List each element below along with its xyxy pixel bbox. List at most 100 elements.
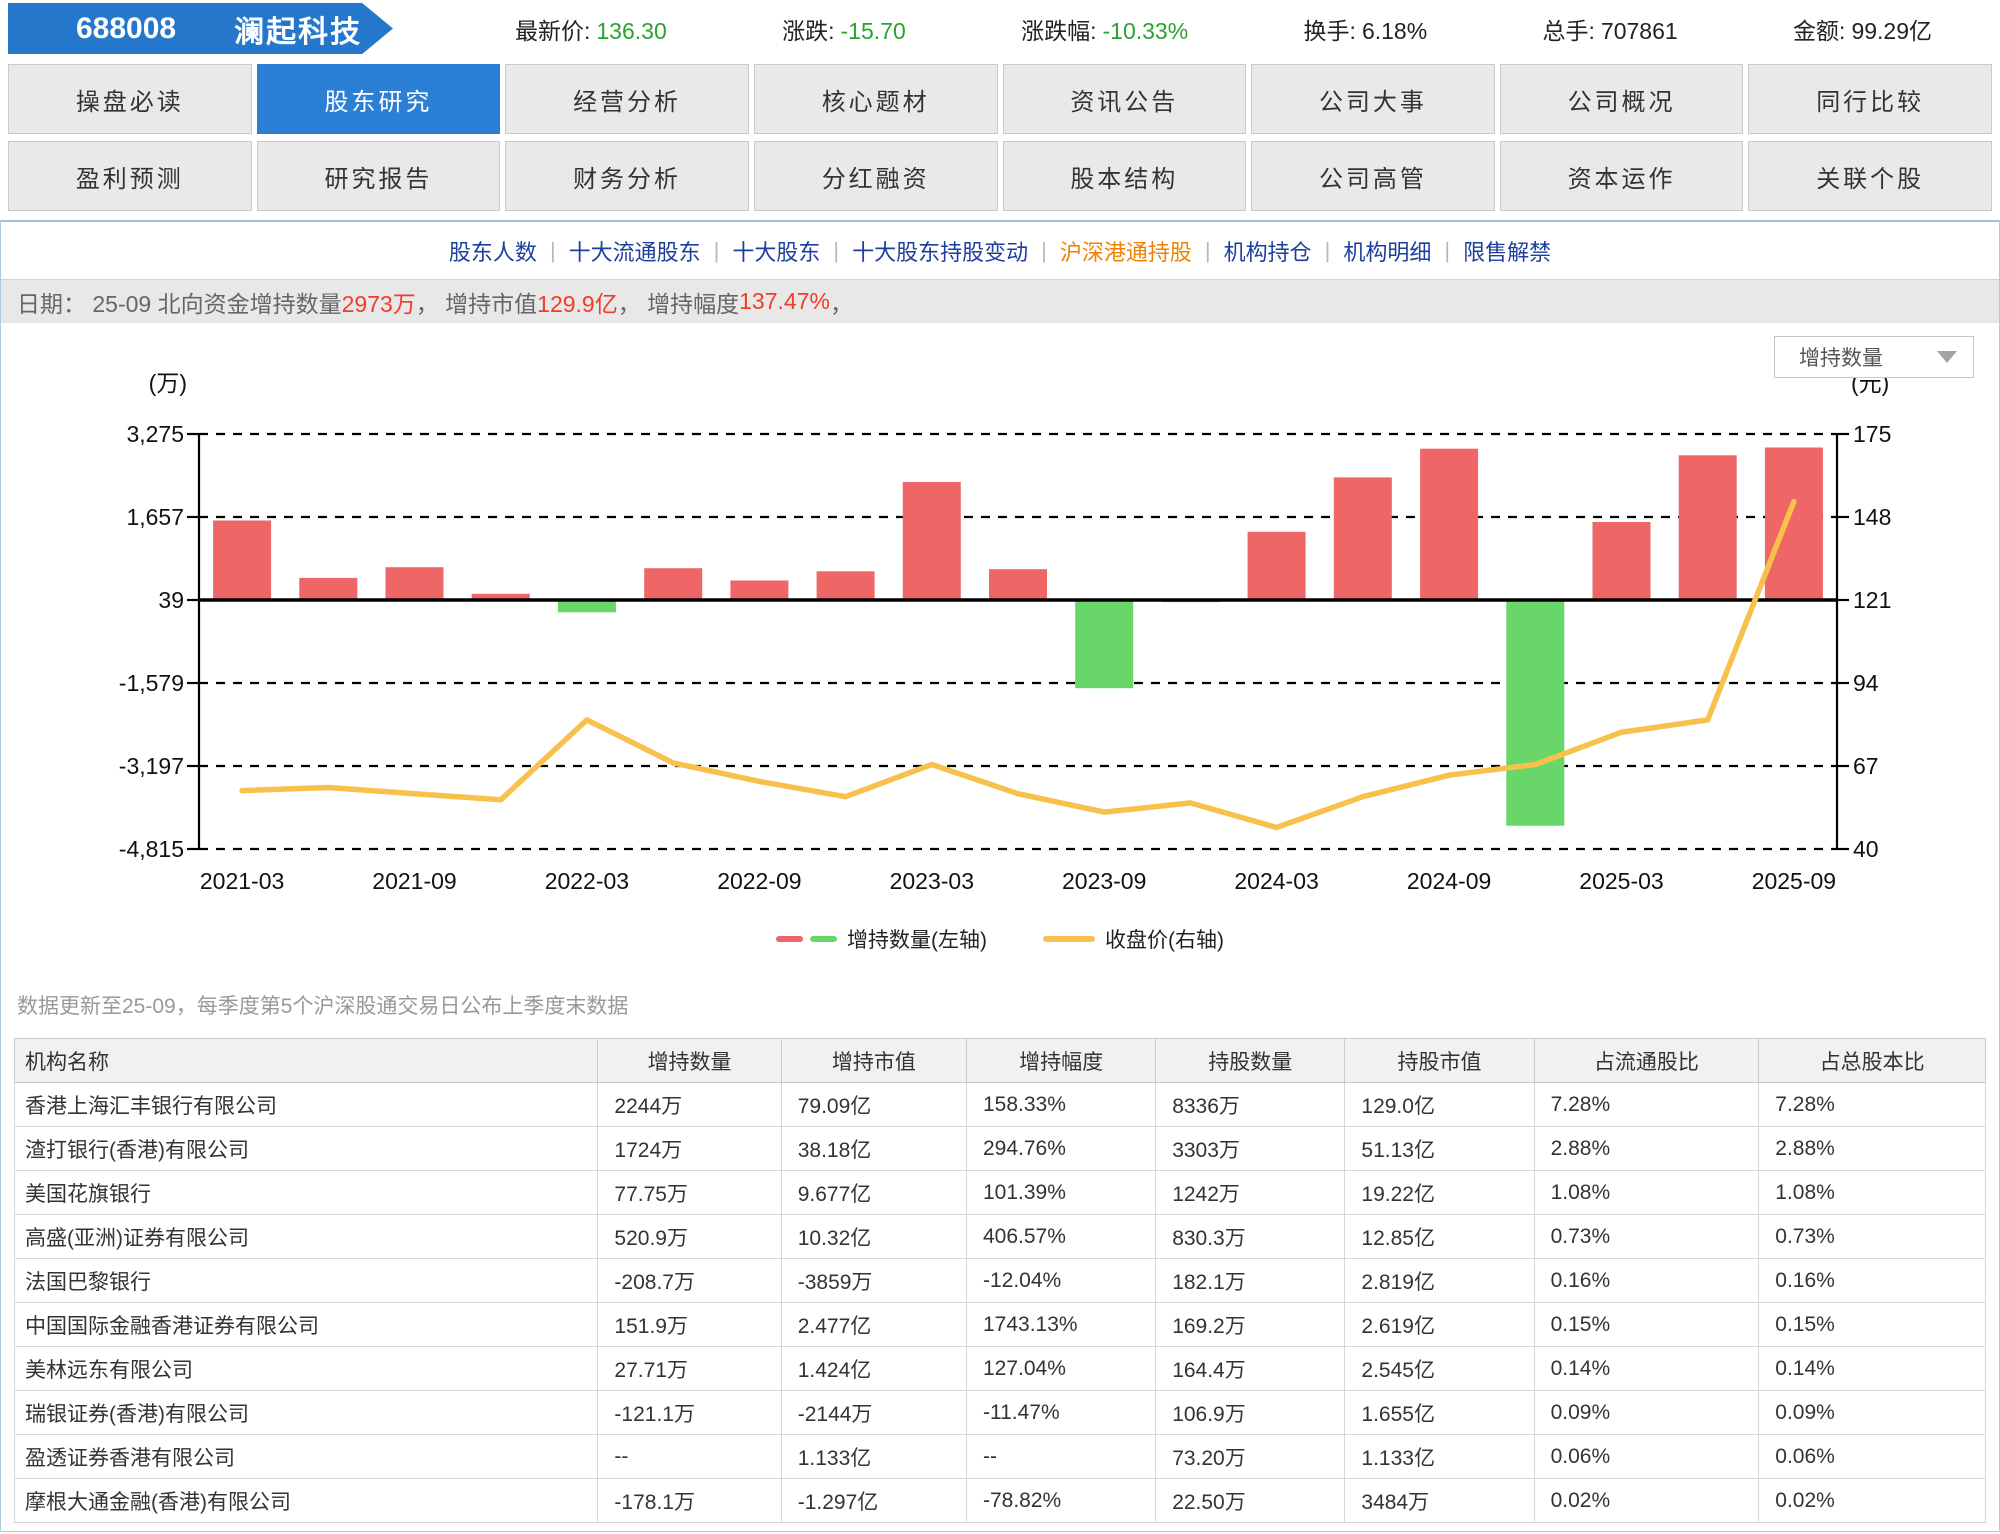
table-cell: -11.47% xyxy=(965,1390,1157,1435)
bar-2021-09 xyxy=(385,567,444,600)
bar-2022-12 xyxy=(816,571,875,600)
quote-stats: 最新价: 136.30 涨跌: -15.70 涨跌幅: -10.33% 换手: 6.18% 总手… xyxy=(515,0,1932,57)
x-axis-label: 2021-09 xyxy=(372,868,456,894)
col-header-6: 占流通股比 xyxy=(1533,1038,1760,1083)
subnav-separator: | xyxy=(1204,237,1211,263)
tab-r1c1[interactable]: 研究报告 xyxy=(256,141,501,211)
quote-stat-label: 涨跌: xyxy=(782,17,835,44)
legend-bars-label: 增持数量(左轴) xyxy=(847,929,987,952)
right-axis-label: 175 xyxy=(1853,421,1891,447)
table-cell: 79.09亿 xyxy=(780,1082,967,1127)
institutions-table: 机构名称 增持数量 增持市值 增持幅度 持股数量 持股市值 占流通股比 占总股本比 香港上海汇… xyxy=(13,1038,1986,1523)
bar-2024-09 xyxy=(1420,448,1479,600)
subnav-link-0[interactable]: 股东人数 xyxy=(449,235,537,267)
info-segment-1: 2973万 xyxy=(341,290,416,317)
table-cell: 0.15% xyxy=(1533,1302,1760,1347)
tab-r0c0[interactable]: 操盘必读 xyxy=(8,64,252,134)
table-cell: 1.424亿 xyxy=(780,1346,967,1391)
table-cell: 0.02% xyxy=(1533,1478,1760,1523)
table-cell: -12.04% xyxy=(965,1258,1157,1303)
bar-2023-03 xyxy=(902,482,961,600)
table-cell: 1.133亿 xyxy=(1344,1434,1535,1479)
table-row: 渣打银行(香港)有限公司 1724万 38.18亿 294.76% 3303万 51.13… xyxy=(13,1126,1986,1171)
nav-tabs: 操盘必读 股东研究 经营分析 核心题材 资讯公告 公司大事 公司概况 同行比较盈利预测 研究报告… xyxy=(0,57,2000,220)
tab-r1c7[interactable]: 关联个股 xyxy=(1748,141,1992,211)
tab-r1c4[interactable]: 股本结构 xyxy=(1002,141,1247,211)
quote-stat-label: 最新价: xyxy=(515,17,591,44)
table-cell: 164.4万 xyxy=(1155,1346,1346,1391)
quote-stat-0: 最新价: 136.30 xyxy=(515,12,667,46)
table-cell: 2.88% xyxy=(1758,1126,1986,1171)
table-cell: 2.545亿 xyxy=(1344,1346,1535,1391)
subnav-link-1[interactable]: 十大流通股东 xyxy=(569,235,701,267)
table-cell: 101.39% xyxy=(965,1170,1157,1215)
left-axis-label: -3,197 xyxy=(119,753,184,779)
left-axis-label: 1,657 xyxy=(126,504,184,530)
x-axis-label: 2023-09 xyxy=(1062,868,1146,894)
table-cell: 0.16% xyxy=(1758,1258,1986,1303)
table-cell: 0.02% xyxy=(1758,1478,1986,1523)
col-header-5: 持股市值 xyxy=(1344,1038,1535,1083)
bar-2022-06 xyxy=(644,568,703,600)
tab-r0c5[interactable]: 公司大事 xyxy=(1251,64,1495,134)
col-header-4: 持股数量 xyxy=(1155,1038,1346,1083)
table-cell: 1724万 xyxy=(597,1126,782,1171)
subnav-separator: | xyxy=(549,237,556,263)
table-row: 美国花旗银行 77.75万 9.677亿 101.39% 1242万 19.22亿 1.08… xyxy=(13,1170,1986,1215)
stock-banner: 688008 澜起科技 xyxy=(8,3,393,54)
content-section: 股东人数 | 十大流通股东 | 十大股东 | 十大股东持股变动 | 沪深港通持股 | 机构持仓 | 机构… xyxy=(0,220,2000,1532)
institution-name: 瑞银证券(香港)有限公司 xyxy=(13,1390,599,1435)
table-row: 中国国际金融香港证券有限公司 151.9万 2.477亿 1743.13% 169.2万… xyxy=(13,1302,1986,1347)
quote-stat-label: 换手: xyxy=(1303,17,1356,44)
table-cell: -208.7万 xyxy=(597,1258,782,1303)
chart-legend: 增持数量(左轴) 收盘价(右轴) xyxy=(1,914,1999,964)
holdings-chart: (万) (元)3,275 1751,657 14839 121-1,579 94-3,19… xyxy=(119,370,1892,894)
x-axis-label: 2022-09 xyxy=(717,868,801,894)
subnav-link-6[interactable]: 机构明细 xyxy=(1343,235,1431,267)
table-cell: 1.655亿 xyxy=(1344,1390,1535,1435)
institution-name: 摩根大通金融(香港)有限公司 xyxy=(13,1478,599,1523)
quote-stat-3: 换手: 6.18% xyxy=(1304,12,1428,46)
bar-2021-06 xyxy=(299,577,358,600)
table-cell: 2.819亿 xyxy=(1344,1258,1535,1303)
subnav-link-7[interactable]: 限售解禁 xyxy=(1463,235,1551,267)
subnav-link-2[interactable]: 十大股东 xyxy=(732,235,820,267)
tab-r0c1[interactable]: 股东研究 xyxy=(256,64,501,134)
table-cell: 830.3万 xyxy=(1155,1214,1346,1259)
right-axis-label: 67 xyxy=(1853,753,1879,779)
tab-r1c2[interactable]: 财务分析 xyxy=(505,141,749,211)
table-cell: 406.57% xyxy=(965,1214,1157,1259)
table-head: 机构名称 增持数量 增持市值 增持幅度 持股数量 持股市值 占流通股比 占总股本比 xyxy=(13,1038,1986,1083)
bar-2024-06 xyxy=(1333,477,1392,600)
x-axis-label: 2022-03 xyxy=(545,868,629,894)
legend-line-icon xyxy=(1043,936,1095,942)
metric-dropdown-value: 增持数量 xyxy=(1799,347,1883,370)
info-segment-2: ， 增持市值 xyxy=(415,290,538,317)
bar-2021-03 xyxy=(213,520,272,600)
table-cell: 127.04% xyxy=(965,1346,1157,1391)
table-cell: 0.06% xyxy=(1533,1434,1760,1479)
x-axis-label: 2021-03 xyxy=(200,868,284,894)
tab-r1c5[interactable]: 公司高管 xyxy=(1251,141,1495,211)
tab-r1c3[interactable]: 分红融资 xyxy=(753,141,998,211)
subnav-separator: | xyxy=(1041,237,1047,263)
tab-r0c3[interactable]: 核心题材 xyxy=(753,64,998,134)
data-note: 数据更新至25-09，每季度第5个沪深股通交易日公布上季度末数据 xyxy=(17,995,629,1018)
tab-r0c7[interactable]: 同行比较 xyxy=(1748,64,1992,134)
subnav-link-3[interactable]: 十大股东持股变动 xyxy=(852,235,1028,267)
table-cell: 158.33% xyxy=(965,1082,1157,1127)
table-row: 香港上海汇丰银行有限公司 2244万 79.09亿 158.33% 8336万 129.0… xyxy=(13,1082,1986,1127)
metric-dropdown[interactable]: 增持数量 xyxy=(1774,336,1974,378)
tab-r1c0[interactable]: 盈利预测 xyxy=(8,141,252,211)
subnav-link-5[interactable]: 机构持仓 xyxy=(1224,235,1312,267)
subnav-link-4[interactable]: 沪深港通持股 xyxy=(1060,235,1192,267)
tab-r0c2[interactable]: 经营分析 xyxy=(505,64,749,134)
institution-name: 香港上海汇丰银行有限公司 xyxy=(13,1082,599,1127)
tab-r0c6[interactable]: 公司概况 xyxy=(1499,64,1744,134)
tab-r0c4[interactable]: 资讯公告 xyxy=(1002,64,1247,134)
institution-name: 法国巴黎银行 xyxy=(13,1258,599,1303)
bar-2025-09 xyxy=(1764,447,1823,600)
quote-stat-label: 总手: xyxy=(1542,17,1595,44)
tab-r1c6[interactable]: 资本运作 xyxy=(1499,141,1744,211)
table-cell: 2.619亿 xyxy=(1344,1302,1535,1347)
